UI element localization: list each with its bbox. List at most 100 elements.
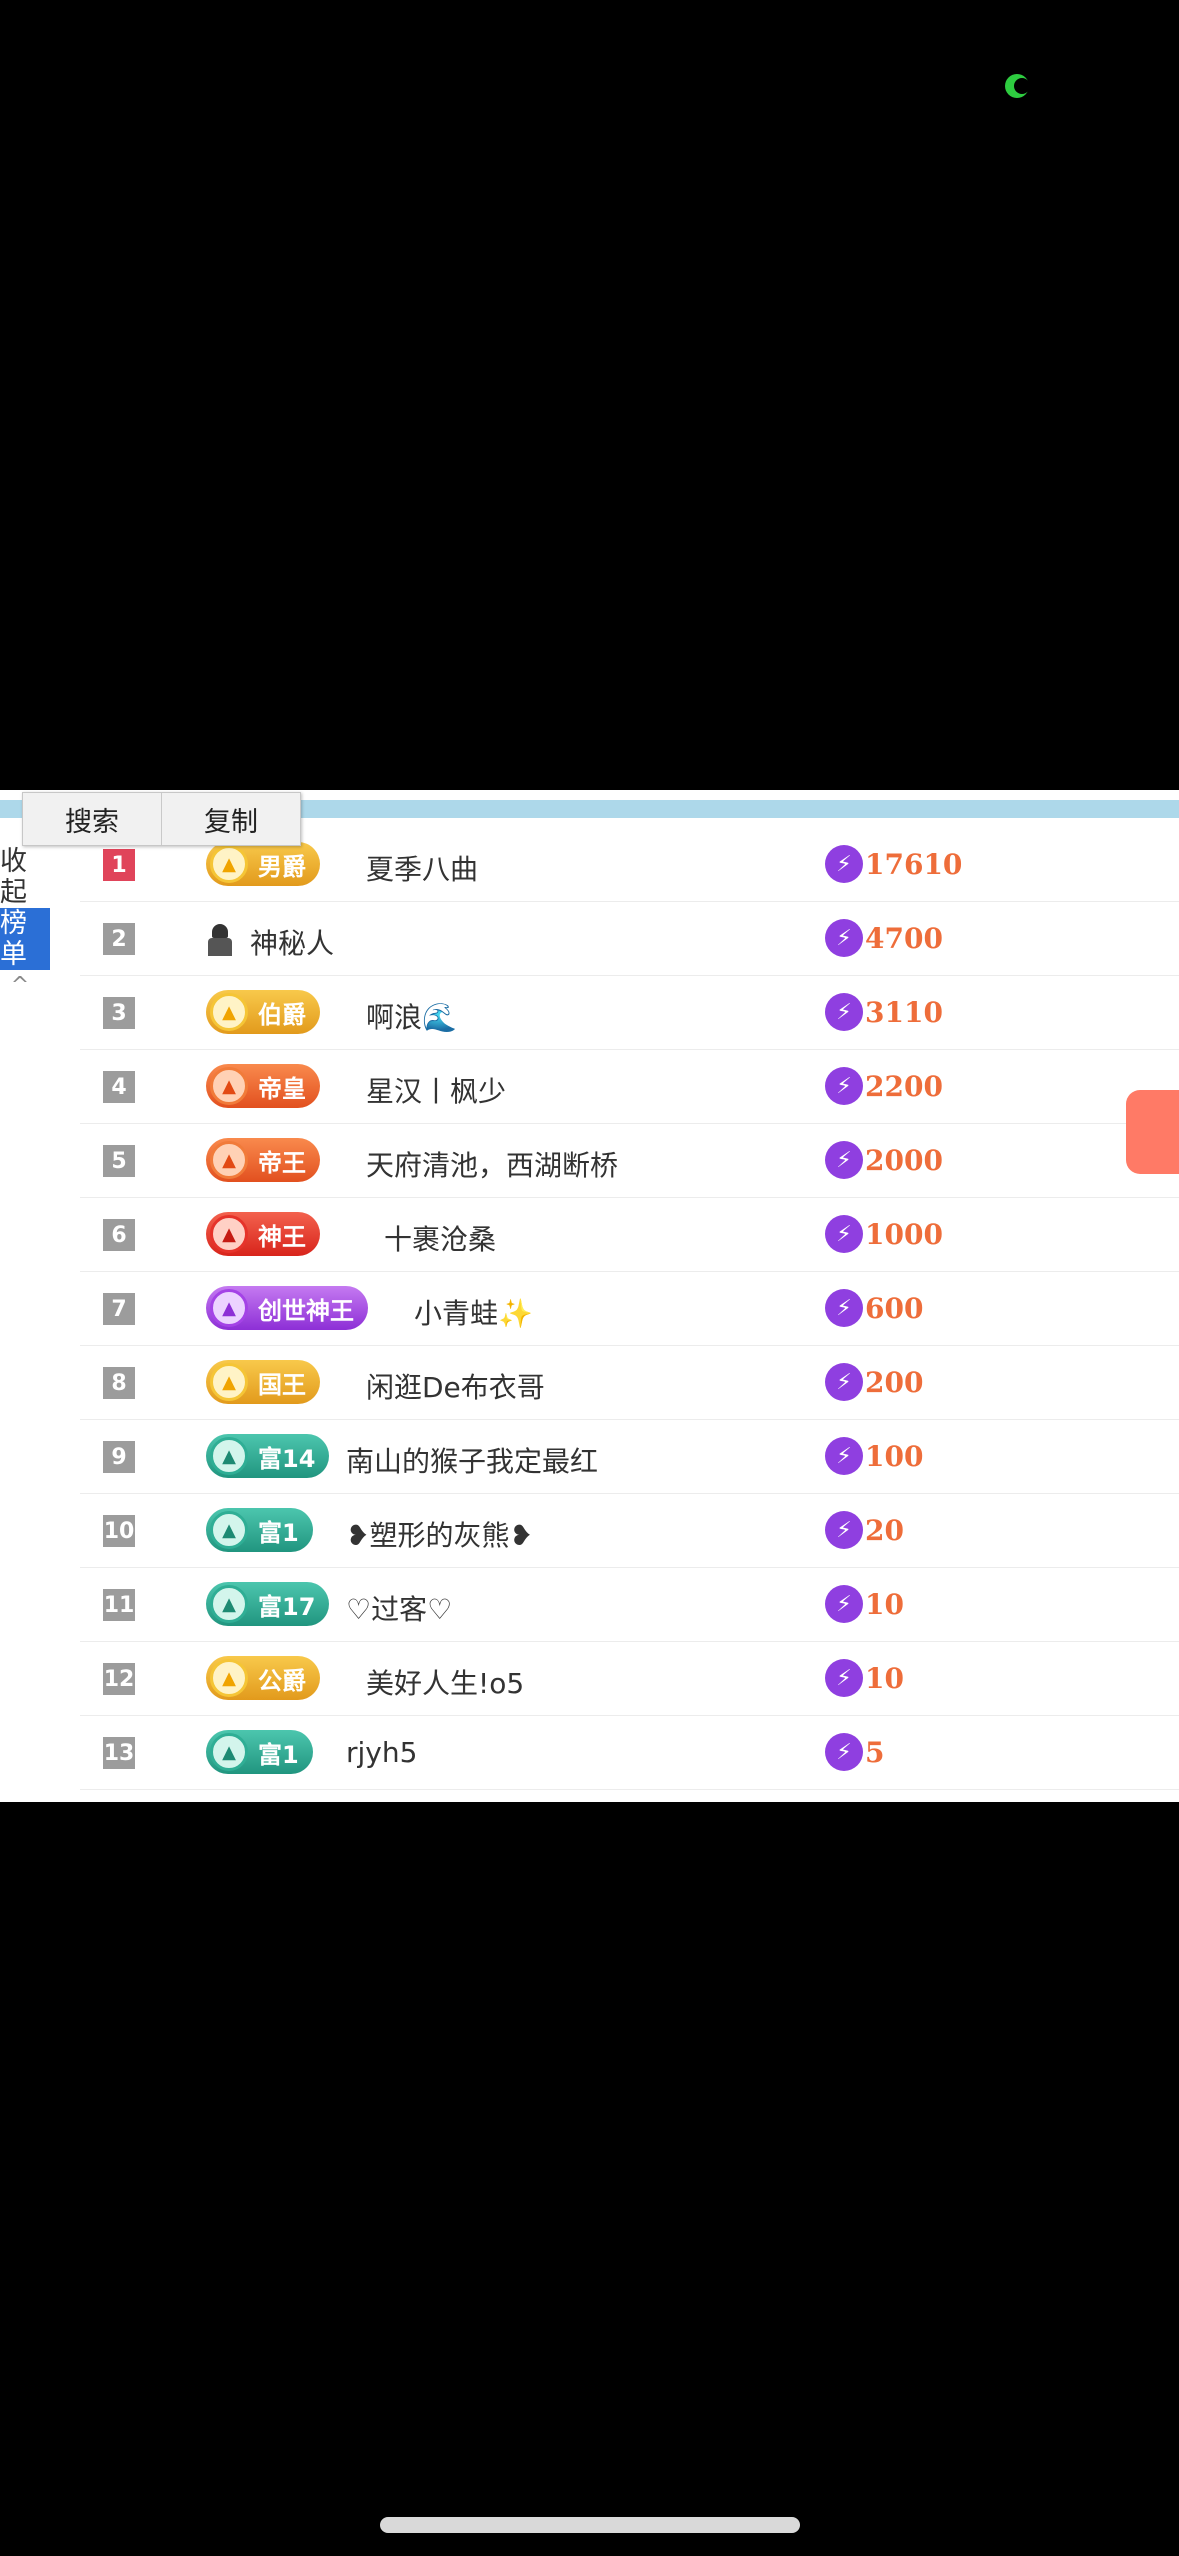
lightning-icon: ⚡ [825,1067,863,1105]
rank-number: 12 [103,1663,135,1695]
collapse-label: 收起 [0,846,27,908]
leaderboard-panel: 搜索 复制 收起 榜单 ^ 1 ▲ 男爵 夏季八曲 ⚡ 17610 2 神秘人 ⚡ 4700 3 ▲ 伯… [0,790,1179,1802]
lightning-icon: ⚡ [825,1733,863,1771]
leaderboard-row[interactable]: 12 ▲ 公爵 美好人生!o5 ⚡ 10 [80,1642,1179,1716]
leaderboard-row[interactable]: 10 ▲ 富1 ❥塑形的灰熊❥ ⚡ 20 [80,1494,1179,1568]
copy-menu-item[interactable]: 复制 [162,793,300,845]
leaderboard-row[interactable]: 4 ▲ 帝皇 星汉丨枫少 ⚡ 2200 [80,1050,1179,1124]
leaderboard-row[interactable]: 6 ▲ 神王 十裹沧桑 ⚡ 1000 [80,1198,1179,1272]
user-name[interactable]: 小青蛙✨ [414,1292,533,1332]
rank-number: 9 [103,1441,135,1473]
lightning-icon: ⚡ [825,1141,863,1179]
user-name[interactable]: 天府清池，西湖断桥 [366,1144,618,1184]
score-value: 10 [865,1587,904,1621]
badge-emblem-icon: ▲ [210,1067,248,1105]
leaderboard-row[interactable]: 11 ▲ 富17 ♡过客♡ ⚡ 10 [80,1568,1179,1642]
user-name[interactable]: 美好人生!o5 [366,1662,524,1702]
score: ⚡ 3110 [825,993,943,1031]
user-name[interactable]: 夏季八曲 [366,848,478,888]
user-name[interactable]: 啊浪🌊 [366,996,457,1036]
badge-emblem-icon: ▲ [210,1215,248,1253]
badge-emblem-icon: ▲ [210,1511,248,1549]
caret-up-icon[interactable]: ^ [0,970,40,1001]
user-name[interactable]: 南山的猴子我定最红 [346,1440,598,1480]
badge-emblem-icon: ▲ [210,1733,248,1771]
leaderboard-row[interactable]: 13 ▲ 富1 rjyh5 ⚡ 5 [80,1716,1179,1790]
score: ⚡ 200 [825,1363,923,1401]
lightning-icon: ⚡ [825,919,863,957]
lightning-icon: ⚡ [825,993,863,1031]
rank-badge: ▲ 创世神王 [206,1286,368,1330]
rank-number: 8 [103,1367,135,1399]
rank-number: 10 [103,1515,135,1547]
leaderboard-row[interactable]: 2 神秘人 ⚡ 4700 [80,902,1179,976]
side-float-tab[interactable] [1126,1090,1179,1174]
badge-label: 神王 [258,1222,306,1251]
badge-emblem-icon: ▲ [210,1437,248,1475]
score: ⚡ 5 [825,1733,884,1771]
mystery-user-icon [206,924,234,956]
score-value: 5 [865,1735,885,1769]
user-name[interactable]: 闲逛De布衣哥 [366,1366,545,1406]
rank-number: 6 [103,1219,135,1251]
score-value: 1000 [865,1217,943,1251]
leaderboard-row[interactable]: 9 ▲ 富14 南山的猴子我定最红 ⚡ 100 [80,1420,1179,1494]
context-menu: 搜索 复制 [22,792,301,846]
lightning-icon: ⚡ [825,1363,863,1401]
rank-badge: ▲ 帝王 [206,1138,320,1182]
leaderboard-row[interactable]: 7 ▲ 创世神王 小青蛙✨ ⚡ 600 [80,1272,1179,1346]
rank-badge: ▲ 富17 [206,1582,330,1626]
rank-badge: ▲ 国王 [206,1360,320,1404]
user-name[interactable]: 十裹沧桑 [384,1218,496,1258]
badge-label: 创世神王 [258,1296,354,1325]
user-name[interactable]: ♡过客♡ [346,1588,452,1628]
lightning-icon: ⚡ [825,1511,863,1549]
score-value: 20 [865,1513,904,1547]
home-indicator[interactable] [380,2517,800,2533]
badge-label: 男爵 [258,852,306,881]
badge-emblem-icon: ▲ [210,993,248,1031]
lightning-icon: ⚡ [825,1659,863,1697]
score: ⚡ 2000 [825,1141,943,1179]
rank-badge: ▲ 男爵 [206,842,320,886]
leaderboard-row[interactable]: 5 ▲ 帝王 天府清池，西湖断桥 ⚡ 2000 [80,1124,1179,1198]
badge-label: 伯爵 [258,1000,306,1029]
score: ⚡ 10 [825,1585,904,1623]
user-name[interactable]: ❥塑形的灰熊❥ [346,1514,533,1554]
score-value: 4700 [865,921,943,955]
lightning-icon: ⚡ [825,1585,863,1623]
score-value: 2200 [865,1069,943,1103]
score-value: 17610 [865,847,963,881]
score: ⚡ 17610 [825,845,962,883]
user-name[interactable]: rjyh5 [346,1736,417,1769]
lightning-icon: ⚡ [825,1289,863,1327]
score: ⚡ 1000 [825,1215,943,1253]
rank-number: 1 [103,849,135,881]
rank-badge: ▲ 富1 [206,1730,313,1774]
leaderboard-row[interactable]: 3 ▲ 伯爵 啊浪🌊 ⚡ 3110 [80,976,1179,1050]
user-name[interactable]: 星汉丨枫少 [366,1070,506,1110]
leaderboard-row[interactable]: 8 ▲ 国王 闲逛De布衣哥 ⚡ 200 [80,1346,1179,1420]
rank-number: 11 [103,1589,135,1621]
badge-label: 帝王 [258,1148,306,1177]
badge-emblem-icon: ▲ [210,1141,248,1179]
badge-emblem-icon: ▲ [210,1659,248,1697]
badge-emblem-icon: ▲ [210,1289,248,1327]
status-indicator-dot [1005,74,1030,98]
collapse-board-toggle[interactable]: 收起 榜单 ^ [0,846,50,1001]
rank-badge: ▲ 神王 [206,1212,320,1256]
rank-badge: ▲ 公爵 [206,1656,320,1700]
badge-label: 富1 [258,1518,299,1547]
rank-number: 7 [103,1293,135,1325]
lightning-icon: ⚡ [825,1437,863,1475]
score-value: 200 [865,1365,924,1399]
score-value: 10 [865,1661,904,1695]
search-menu-item[interactable]: 搜索 [23,793,162,845]
lightning-icon: ⚡ [825,845,863,883]
badge-label: 帝皇 [258,1074,306,1103]
user-name[interactable]: 神秘人 [250,922,334,962]
rank-number: 4 [103,1071,135,1103]
badge-label: 公爵 [258,1666,306,1695]
badge-emblem-icon: ▲ [210,845,248,883]
score-value: 3110 [865,995,943,1029]
